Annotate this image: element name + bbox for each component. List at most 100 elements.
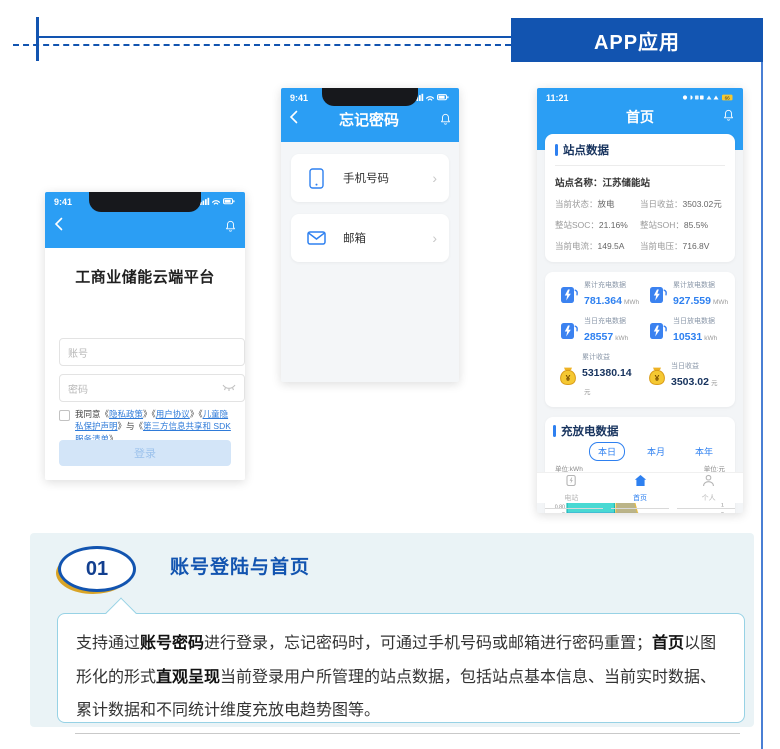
svg-text:¥: ¥	[655, 372, 660, 382]
header-dashed-rule	[13, 44, 511, 46]
nav-item-个人[interactable]: 个人	[674, 473, 743, 503]
stat-label: 当日放电数据	[673, 316, 717, 326]
forgot-option-phone[interactable]: 手机号码›	[291, 154, 449, 202]
description-paragraph: 支持通过账号密码进行登录，忘记密码时，可通过手机号码或邮箱进行密码重置；首页以图…	[76, 627, 726, 728]
header-left-bar	[36, 17, 39, 61]
tab-本年[interactable]: 本年	[687, 443, 721, 460]
screen-title: 首页	[537, 107, 743, 127]
stat-item: ¥ 当日收益 3503.02元	[640, 352, 729, 399]
screen-title: 忘记密码	[339, 109, 399, 130]
stat-value: 3503.02	[671, 376, 709, 388]
charger-icon	[648, 320, 668, 342]
page-right-border	[761, 62, 763, 749]
site-info-row: 站点名称：江苏储能站	[555, 175, 725, 189]
site-info-cell: 整站SOC：21.16%	[555, 219, 640, 231]
stat-unit: 元	[711, 380, 718, 387]
status-time: 11:21	[546, 93, 569, 103]
eye-closed-icon[interactable]	[222, 379, 236, 397]
agreement-link[interactable]: 隐私政策	[109, 409, 143, 419]
paragraph-bold-run: 直观呈现	[156, 669, 220, 686]
paragraph-run: 进行登录，忘记密码时，可通过手机号码或邮箱进行密码重置；	[204, 635, 652, 652]
nav-item-首页[interactable]: 首页	[606, 473, 675, 503]
stats-card: 累计充电数据781.364MWh累计放电数据927.559MWh当日充电数据28…	[545, 272, 735, 407]
paragraph-run: 支持通过	[76, 635, 140, 652]
stat-value: 531380.14	[582, 367, 632, 379]
stat-item: 当日放电数据 10531kWh	[640, 316, 729, 345]
phone-notch	[322, 88, 418, 106]
agreement-text-run: 》《	[143, 409, 156, 419]
nav-label: 个人	[702, 493, 716, 503]
stat-value: 10531	[673, 331, 702, 343]
svg-text:0: 0	[562, 512, 565, 513]
password-input[interactable]: 密码	[59, 374, 245, 402]
home-screenshot: 11:21 66 首页 站点数据 站点名称：江苏储能站当前状态：放电当日收益：3…	[537, 88, 743, 513]
stat-item: 累计放电数据 927.559MWh	[640, 280, 729, 309]
site-info-cell: 当前电压：716.8V	[640, 240, 725, 252]
section-number: 01	[86, 558, 108, 581]
bell-icon[interactable]	[440, 113, 451, 126]
account-input[interactable]: 账号	[59, 338, 245, 366]
stat-value: 781.364	[584, 295, 622, 307]
stat-item: 当日充电数据28557kWh	[551, 316, 640, 345]
site-info-cell: 当前电流：149.5A	[555, 240, 640, 252]
divider	[555, 165, 725, 166]
agreement-link[interactable]: 用户协议	[156, 409, 190, 419]
stat-label: 当日充电数据	[584, 316, 628, 326]
stat-label: 累计放电数据	[673, 280, 728, 290]
tab-本日[interactable]: 本日	[589, 442, 625, 461]
charging-station-icon	[565, 474, 578, 492]
app-title: 工商业储能云端平台	[45, 266, 245, 287]
login-button[interactable]: 登录	[59, 440, 231, 466]
status-icons	[200, 193, 236, 211]
mail-icon	[303, 231, 329, 245]
stat-unit: MWh	[713, 299, 728, 306]
stat-label: 当日收益	[671, 361, 717, 371]
agreement-text-run: 》《	[190, 409, 203, 419]
stat-item: ¥累计收益531380.14元	[551, 352, 640, 399]
nav-item-电站[interactable]: 电站	[537, 473, 606, 503]
forgot-header: 9:41 忘记密码	[281, 88, 459, 142]
site-info-row: 当前状态：放电当日收益：3503.02元	[555, 198, 725, 210]
paragraph-bold-run: 首页	[652, 635, 684, 652]
site-info-cell: 当日收益：3503.02元	[640, 198, 725, 210]
stat-unit: kWh	[615, 335, 628, 342]
bell-icon[interactable]	[723, 109, 734, 127]
stat-unit: kWh	[704, 335, 717, 342]
option-label: 手机号码	[343, 170, 432, 186]
site-info-rows: 站点名称：江苏储能站当前状态：放电当日收益：3503.02元整站SOC：21.1…	[555, 175, 725, 252]
bell-icon[interactable]	[225, 220, 236, 233]
page-bottom-divider	[75, 733, 740, 734]
site-data-card: 站点数据 站点名称：江苏储能站当前状态：放电当日收益：3503.02元整站SOC…	[545, 134, 735, 262]
page: APP应用 9:41 工商业储能云端平台 账号 密码 我同意《隐私政策》《用户协…	[0, 0, 780, 749]
moneybag-icon: ¥	[648, 366, 666, 386]
password-placeholder: 密码	[68, 381, 222, 396]
stat-value: 927.559	[673, 295, 711, 307]
charger-icon	[648, 284, 668, 306]
home-icon	[634, 474, 647, 492]
forgot-option-email[interactable]: 邮箱›	[291, 214, 449, 262]
status-icons: 66	[682, 89, 734, 107]
paragraph-bold-run: 账号密码	[140, 635, 204, 652]
status-icons	[414, 89, 450, 107]
back-icon[interactable]	[289, 110, 298, 129]
agree-checkbox[interactable]	[59, 410, 70, 421]
site-info-cell: 整站SOH：85.5%	[640, 219, 725, 231]
login-screenshot: 9:41 工商业储能云端平台 账号 密码 我同意《隐私政策》《用户协议》《儿童隐…	[45, 192, 245, 480]
login-header: 9:41	[45, 192, 245, 248]
card-title: 站点数据	[563, 142, 609, 158]
card-accent-bar	[553, 425, 556, 437]
tab-本月[interactable]: 本月	[639, 443, 673, 460]
bottom-nav: 电站首页个人	[537, 472, 743, 503]
back-icon[interactable]	[54, 217, 63, 236]
description-bubble: 支持通过账号密码进行登录，忘记密码时，可通过手机号码或邮箱进行密码重置；首页以图…	[57, 613, 745, 723]
person-icon	[702, 474, 715, 492]
status-time: 9:41	[54, 197, 72, 207]
chevron-right-icon: ›	[432, 230, 437, 246]
phone-icon	[303, 168, 329, 189]
agreement-text-run: 我同意《	[75, 409, 109, 419]
svg-text:0: 0	[721, 512, 724, 513]
site-info-row: 整站SOC：21.16%整站SOH：85.5%	[555, 219, 725, 231]
stat-unit: 元	[584, 389, 591, 396]
site-info-row: 当前电流：149.5A当前电压：716.8V	[555, 240, 725, 252]
site-info-cell: 站点名称：江苏储能站	[555, 175, 640, 189]
